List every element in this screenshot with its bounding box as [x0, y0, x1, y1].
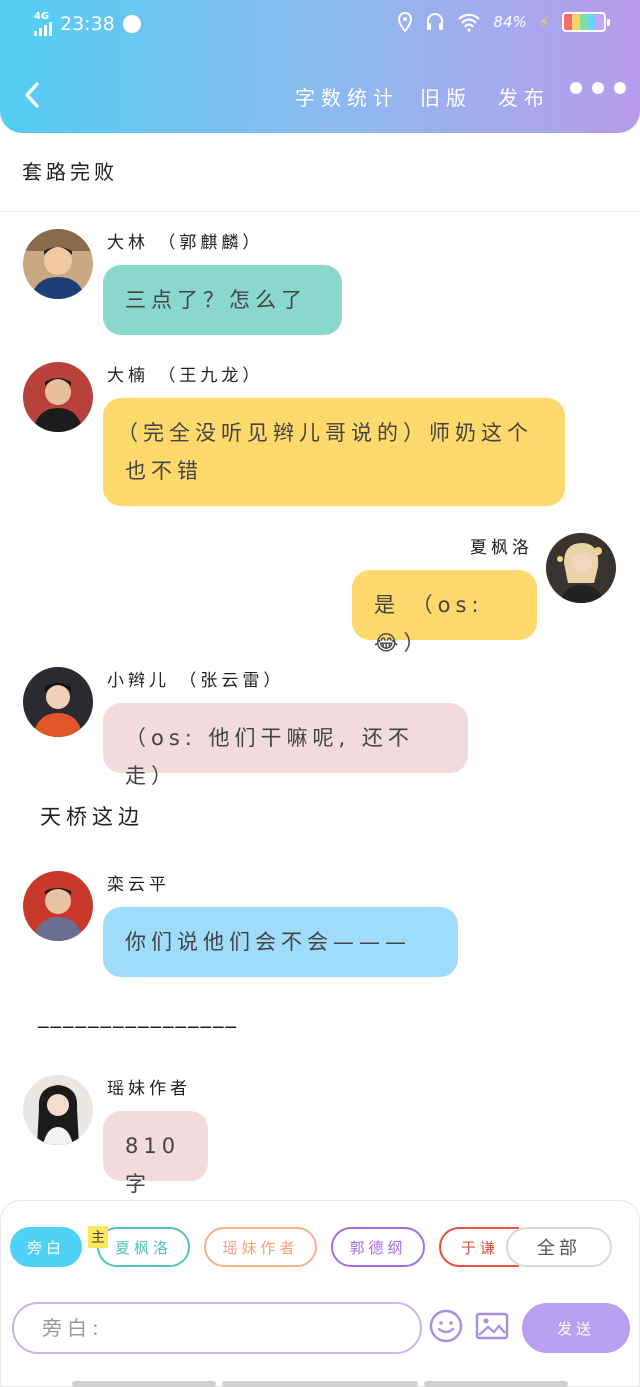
- sender-name: 大楠 （王九龙）: [107, 366, 264, 386]
- message-bubble[interactable]: 是 （os:😂）: [352, 570, 537, 655]
- chevron-left-icon: [25, 82, 39, 108]
- app-notification-icon: [122, 15, 141, 33]
- chip-narrator[interactable]: 旁白: [10, 1227, 82, 1267]
- home-indicator: [72, 1381, 216, 1387]
- sender-name: 栾云平: [107, 875, 170, 895]
- sender-name: 大林 （郭麒麟）: [107, 233, 264, 253]
- message-bubble[interactable]: 你们说他们会不会———: [103, 907, 458, 977]
- chip-character[interactable]: 郭德纲: [331, 1227, 425, 1267]
- image-button[interactable]: [474, 1308, 514, 1348]
- sender-name: 瑶妹作者: [107, 1079, 191, 1099]
- clock-time: 23:38: [60, 13, 115, 35]
- location-icon: [398, 12, 413, 32]
- more-dot-icon: [570, 82, 582, 94]
- charging-icon: ⚡: [538, 12, 550, 32]
- sender-name: 夏枫洛: [470, 538, 533, 558]
- avatar[interactable]: [546, 533, 616, 603]
- status-bar: 4G 23:38 84% ⚡: [0, 10, 640, 40]
- home-indicator: [222, 1381, 418, 1387]
- more-menu-button[interactable]: [570, 82, 626, 94]
- emoji-button[interactable]: [428, 1308, 468, 1348]
- wifi-icon: [458, 13, 481, 32]
- avatar[interactable]: [23, 871, 93, 941]
- image-icon: [475, 1312, 509, 1340]
- network-indicator: 4G: [34, 12, 52, 36]
- send-button[interactable]: 发送: [522, 1303, 630, 1353]
- network-type: 4G: [34, 11, 50, 22]
- avatar[interactable]: [23, 667, 93, 737]
- back-button[interactable]: [20, 78, 50, 112]
- word-count-button[interactable]: 字数统计: [295, 82, 399, 111]
- message-text-line: 也不错: [125, 459, 203, 483]
- narration-text: ________________: [38, 1004, 238, 1028]
- top-header: 4G 23:38 84% ⚡ 字数统计 旧版 发布: [0, 0, 640, 133]
- signal-icon: [34, 22, 52, 36]
- avatar[interactable]: [23, 229, 93, 299]
- old-version-button[interactable]: 旧版: [420, 82, 472, 111]
- avatar[interactable]: [23, 1075, 93, 1145]
- chip-all[interactable]: 全部: [506, 1227, 612, 1267]
- message-bubble[interactable]: 三点了？怎么了: [103, 265, 342, 335]
- battery-icon: [562, 12, 610, 32]
- chip-character[interactable]: 瑶妹作者: [204, 1227, 317, 1267]
- avatar[interactable]: [23, 362, 93, 432]
- message-input[interactable]: 旁白:: [12, 1302, 422, 1354]
- more-dot-icon: [592, 82, 604, 94]
- message-text-line: （完全没听见辫儿哥说的）师奶这个: [117, 421, 533, 445]
- headphones-icon: [427, 13, 444, 30]
- message-bubble[interactable]: （os: 他们干嘛呢, 还不走）: [103, 703, 468, 788]
- sender-name: 小辫儿 （张云雷）: [107, 671, 285, 691]
- chapter-title: 套路完败: [22, 160, 118, 184]
- home-indicator: [424, 1381, 568, 1387]
- chip-character[interactable]: 夏枫洛: [97, 1227, 190, 1267]
- more-dot-icon: [614, 82, 626, 94]
- battery-percent: 84%: [493, 13, 527, 31]
- divider: [0, 211, 640, 212]
- main-character-badge: 主: [88, 1226, 108, 1248]
- smiley-icon: [429, 1309, 463, 1343]
- publish-button[interactable]: 发布: [498, 82, 550, 111]
- message-bubble[interactable]: （完全没听见辫儿哥说的）师奶这个 也不错: [103, 398, 565, 506]
- message-bubble[interactable]: 810字: [103, 1111, 208, 1196]
- narration-text: 天桥这边: [40, 805, 144, 829]
